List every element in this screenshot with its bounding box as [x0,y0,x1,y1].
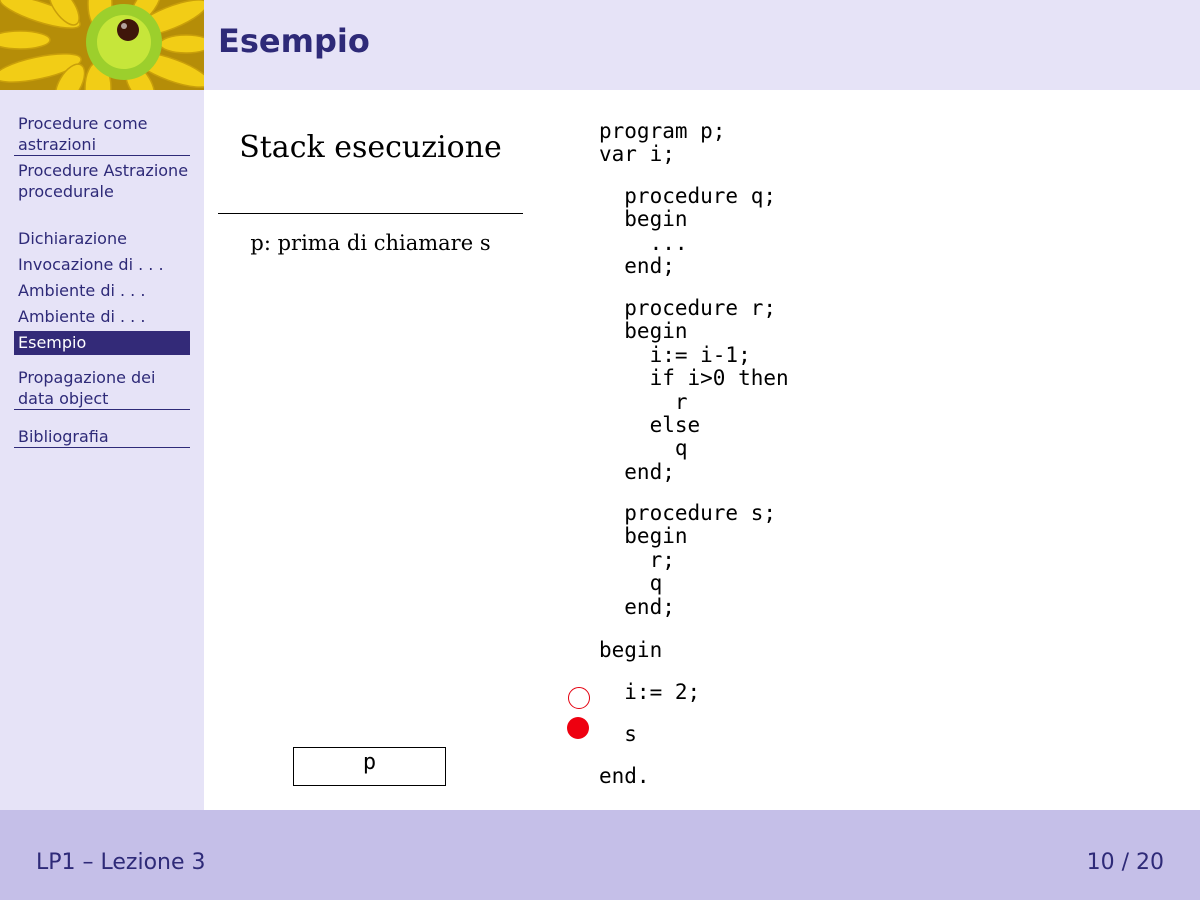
sidebar-item-propagazione[interactable]: Propagazione dei data object [14,367,190,410]
sidebar-item-ambiente-1[interactable]: Ambiente di . . . [14,280,190,301]
slide-footer: LP1 – Lezione 3 10 / 20 [0,810,1200,900]
sidebar-item-ambiente-2[interactable]: Ambiente di . . . [14,306,190,327]
code-program-header: program p; var i; [599,119,726,167]
code-stmt-call-s: s [599,722,637,746]
stack-title: Stack esecuzione [239,130,502,165]
executed-line-marker [568,687,590,709]
code-procedure-s: procedure s; begin r; q end; [624,501,777,619]
slide-header: Esempio [204,0,1200,90]
code-procedure-r: procedure r; begin i:= i-1; if i>0 then … [624,296,789,484]
code-procedure-q: procedure q; begin ... end; [624,184,777,279]
code-end: end. [599,764,650,788]
footer-lecture-title: LP1 – Lezione 3 [36,850,206,875]
sidebar-item-esempio[interactable]: Esempio [14,331,190,355]
sidebar-item-procedure-come-astrazioni[interactable]: Procedure come astrazioni [14,113,190,156]
sidebar-item-dichiarazione[interactable]: Dichiarazione [14,228,190,249]
stack-frame-p: p [293,747,446,786]
code-begin: begin [599,638,663,662]
current-line-marker [567,717,589,739]
sidebar-nav: Procedure come astrazioni Procedure Astr… [0,90,204,810]
sidebar-item-invocazione[interactable]: Invocazione di . . . [14,254,190,275]
sunflower-logo [0,0,204,90]
stack-caption: p: prima di chiamare s [250,231,491,255]
code-stmt-assign: i:= 2; [599,680,701,704]
sunflower-logo-image [0,0,204,90]
footer-page-number: 10 / 20 [1086,850,1164,875]
sidebar-item-bibliografia[interactable]: Bibliografia [14,426,190,448]
stack-divider [218,213,523,214]
slide-title: Esempio [218,22,370,60]
sidebar-item-procedure-astrazione-procedurale[interactable]: Procedure Astrazione procedurale [14,160,190,202]
